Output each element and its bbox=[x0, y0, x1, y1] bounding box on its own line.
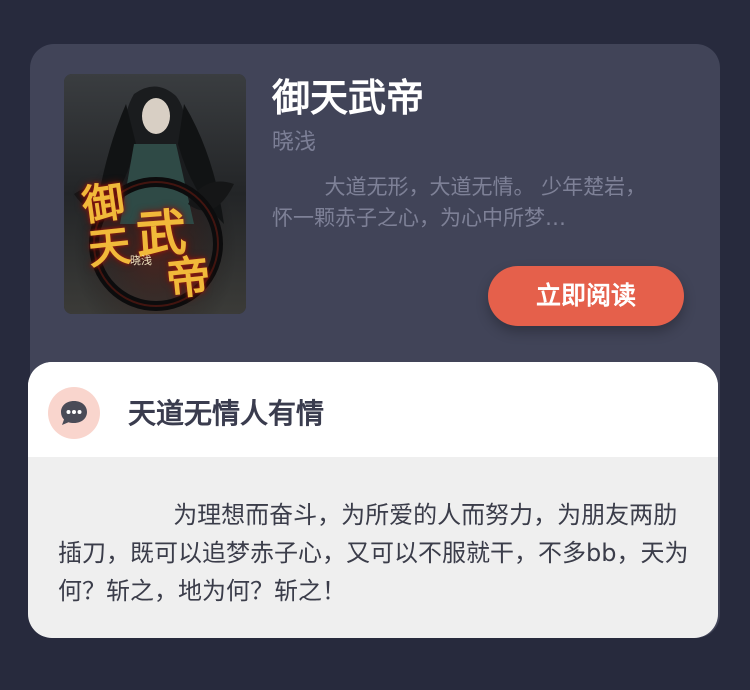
review-card[interactable]: 天道无情人有情 为理想而奋斗，为所爱的人而努力，为朋友两肋插刀，既可以追梦赤子心… bbox=[28, 362, 718, 638]
review-header: 天道无情人有情 bbox=[28, 362, 718, 457]
cover-author: 晓浅 bbox=[130, 254, 152, 267]
book-cover-image[interactable]: 御 天 武 帝 晓浅 bbox=[64, 74, 246, 314]
cover-title-char: 帝 bbox=[163, 250, 214, 307]
book-title: 御天武帝 bbox=[272, 76, 425, 120]
chat-bubble-icon bbox=[48, 387, 100, 439]
cover-title-char: 天 bbox=[85, 220, 133, 275]
read-now-button[interactable]: 立即阅读 bbox=[488, 266, 684, 326]
book-author: 晓浅 bbox=[272, 130, 317, 155]
review-body: 为理想而奋斗，为所爱的人而努力，为朋友两肋插刀，既可以追梦赤子心，又可以不服就干… bbox=[58, 501, 689, 605]
review-title: 天道无情人有情 bbox=[128, 397, 325, 430]
cover-title-art: 御 天 武 帝 bbox=[79, 170, 232, 306]
book-description: 大道无形，大道无情。 少年楚岩，怀一颗赤子之心，为心中所梦… bbox=[272, 175, 647, 230]
